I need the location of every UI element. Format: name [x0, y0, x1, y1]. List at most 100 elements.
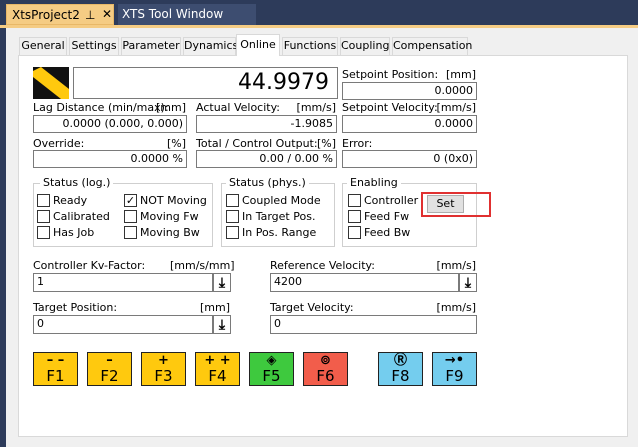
check-icon[interactable]: ✓	[124, 194, 137, 207]
target-velocity-input[interactable]: 0	[270, 315, 477, 334]
actual-velocity-label: Actual Velocity:	[196, 101, 281, 114]
setpoint-velocity-label: Setpoint Velocity:	[342, 101, 438, 114]
backward-icon: –	[106, 353, 113, 368]
checkbox-label: Moving Fw	[140, 210, 199, 223]
checkbox-box[interactable]	[124, 226, 137, 239]
error-value: 0 (0x0)	[342, 150, 477, 168]
f2-backward-button[interactable]: – F2	[87, 352, 132, 386]
axis-drive-icon	[33, 67, 69, 99]
checkbox-box[interactable]	[226, 210, 239, 223]
reference-velocity-input[interactable]: 4200	[270, 273, 459, 292]
setpoint-velocity-unit: [mm/s]	[436, 101, 476, 114]
fkey-label: F8	[391, 367, 410, 385]
enabling-title: Enabling	[347, 176, 401, 189]
checkbox-label: Has Job	[53, 226, 95, 239]
pin-icon[interactable]: ⊥	[85, 8, 95, 22]
doc-tab-label: XTS Tool Window	[122, 7, 224, 21]
checkbox-label: In Pos. Range	[242, 226, 317, 239]
tab-dynamics[interactable]: Dynamics	[183, 37, 238, 55]
override-label: Override:	[33, 137, 85, 150]
f3-forward-button[interactable]: + F3	[141, 352, 186, 386]
checkbox-label: Coupled Mode	[242, 194, 321, 207]
controller-kv-unit: [mm/s/mm]	[170, 259, 235, 272]
tab-coupling[interactable]: Coupling	[340, 37, 390, 55]
checkbox-label: Feed Bw	[364, 226, 411, 239]
doc-tab-xts-tool-window[interactable]: XTS Tool Window	[118, 4, 256, 25]
checkbox-label: In Target Pos.	[242, 210, 316, 223]
tab-settings[interactable]: Settings	[69, 37, 119, 55]
checkbox-box[interactable]	[37, 226, 50, 239]
total-control-output-label: Total / Control Output:	[196, 137, 318, 150]
checkbox-box[interactable]	[348, 194, 361, 207]
checkbox-box[interactable]	[124, 210, 137, 223]
download-arrow-icon[interactable]: ⤓	[213, 315, 231, 334]
setpoint-position-label: Setpoint Position:	[342, 68, 439, 81]
setpoint-position-value: 0.0000	[342, 82, 477, 100]
doc-tab-label: XtsProject2	[12, 8, 80, 22]
target-position-input[interactable]: 0	[33, 315, 213, 334]
fkey-label: F1	[46, 367, 65, 385]
actual-velocity-unit: [mm/s]	[296, 101, 336, 114]
target-position-unit: [mm]	[199, 301, 230, 314]
fkey-label: F3	[154, 367, 173, 385]
forward-icon: +	[158, 353, 169, 368]
setpoint-position-unit: [mm]	[445, 68, 476, 81]
f8-reset-button[interactable]: Ⓡ F8	[378, 352, 423, 386]
fkey-label: F9	[445, 367, 464, 385]
tab-parameter[interactable]: Parameter	[121, 37, 181, 55]
fkey-label: F5	[262, 367, 281, 385]
error-label: Error:	[342, 137, 373, 150]
lag-distance-value: 0.0000 (0.000, 0.000)	[33, 115, 187, 133]
checkbox-box[interactable]	[37, 210, 50, 223]
checkbox-label: Calibrated	[53, 210, 110, 223]
download-arrow-icon[interactable]: ⤓	[459, 273, 477, 292]
checkbox-label: NOT Moving	[140, 194, 207, 207]
f1-fast-backward-button[interactable]: – – F1	[33, 352, 78, 386]
f4-fast-forward-button[interactable]: + + F4	[195, 352, 240, 386]
checkbox-label: Moving Bw	[140, 226, 200, 239]
controller-kv-label: Controller Kv-Factor:	[33, 259, 146, 272]
override-unit: [%]	[166, 137, 186, 150]
reference-velocity-unit: [mm/s]	[436, 259, 476, 272]
download-arrow-icon[interactable]: ⤓	[213, 273, 231, 292]
total-control-output-value: 0.00 / 0.00 %	[196, 150, 337, 168]
checkbox-label: Ready	[53, 194, 88, 207]
actual-position-display: 44.9979	[73, 67, 338, 99]
f9-home-button[interactable]: →• F9	[432, 352, 477, 386]
target-velocity-label: Target Velocity:	[270, 301, 354, 314]
actual-velocity-value: -1.9085	[196, 115, 337, 133]
target-velocity-unit: [mm/s]	[436, 301, 476, 314]
tab-functions[interactable]: Functions	[282, 37, 338, 55]
enable-icon: ◈	[266, 353, 277, 368]
close-icon[interactable]: ✕	[102, 7, 112, 21]
checkbox-label: Feed Fw	[364, 210, 410, 223]
target-position-label: Target Position:	[33, 301, 118, 314]
checkbox-box[interactable]	[348, 210, 361, 223]
fkey-label: F4	[208, 367, 227, 385]
fkey-label: F6	[316, 367, 335, 385]
checkbox-box[interactable]	[37, 194, 50, 207]
tab-online[interactable]: Online	[236, 34, 280, 56]
fast-backward-icon: – –	[46, 353, 65, 368]
lag-distance-label: Lag Distance (min/max):	[33, 101, 169, 114]
tab-compensation[interactable]: Compensation	[392, 37, 472, 55]
checkbox-box[interactable]	[226, 226, 239, 239]
lag-distance-unit: [mm]	[155, 101, 186, 114]
reference-velocity-label: Reference Velocity:	[270, 259, 375, 272]
setpoint-velocity-value: 0.0000	[342, 115, 477, 133]
f6-stop-button[interactable]: ⊚ F6	[303, 352, 348, 386]
checkbox-box[interactable]	[348, 226, 361, 239]
tab-general[interactable]: General	[19, 37, 67, 55]
reset-icon: Ⓡ	[393, 353, 407, 368]
doc-tab-xtsproject2[interactable]: XtsProject2 ⊥ ✕	[6, 4, 114, 25]
checkbox-box[interactable]	[226, 194, 239, 207]
fast-forward-icon: + +	[204, 353, 231, 368]
home-icon: →•	[444, 353, 465, 368]
fkey-label: F2	[100, 367, 119, 385]
f5-enable-button[interactable]: ◈ F5	[249, 352, 294, 386]
total-control-output-unit: [%]	[316, 137, 336, 150]
set-button[interactable]: Set	[427, 195, 464, 213]
controller-kv-input[interactable]: 1	[33, 273, 213, 292]
override-value: 0.0000 %	[33, 150, 187, 168]
checkbox-label: Controller	[364, 194, 419, 207]
